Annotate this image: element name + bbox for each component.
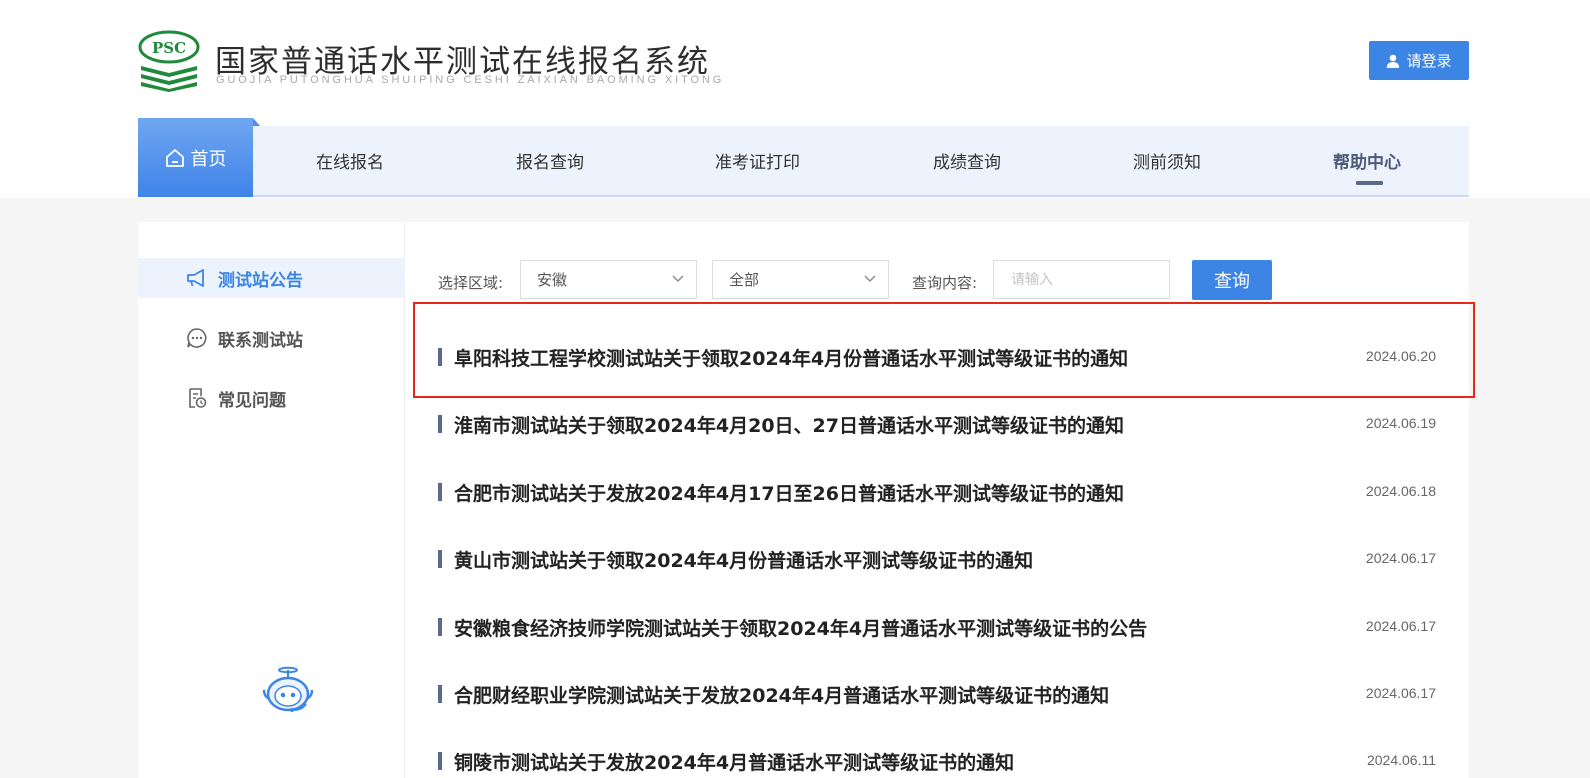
nav-admission-ticket-print[interactable]: 准考证打印 bbox=[715, 126, 800, 195]
nav-score-query[interactable]: 成绩查询 bbox=[933, 126, 1001, 195]
search-button[interactable]: 查询 bbox=[1192, 260, 1272, 300]
news-title[interactable]: 阜阳科技工程学校测试站关于领取2024年4月份普通话水平测试等级证书的通知 bbox=[454, 344, 1128, 371]
nav-registration-query[interactable]: 报名查询 bbox=[516, 126, 584, 195]
news-item[interactable]: 阜阳科技工程学校测试站关于领取2024年4月份普通话水平测试等级证书的通知 20… bbox=[438, 340, 1436, 374]
news-marker bbox=[438, 415, 442, 433]
news-marker bbox=[438, 752, 442, 770]
chevron-down-icon bbox=[672, 275, 684, 282]
faq-document-icon bbox=[189, 388, 207, 408]
news-item[interactable]: 合肥财经职业学院测试站关于发放2024年4月普通话水平测试等级证书的通知 202… bbox=[438, 677, 1436, 711]
home-icon bbox=[165, 148, 184, 167]
query-label: 查询内容: bbox=[912, 274, 978, 292]
news-item[interactable]: 淮南市测试站关于领取2024年4月20日、27日普通话水平测试等级证书的通知 2… bbox=[438, 407, 1436, 441]
megaphone-icon bbox=[187, 269, 204, 287]
news-date: 2024.06.19 bbox=[1365, 415, 1436, 431]
scope-select[interactable]: 全部 bbox=[712, 260, 889, 299]
news-title[interactable]: 黄山市测试站关于领取2024年4月份普通话水平测试等级证书的通知 bbox=[454, 546, 1033, 573]
sidebar-item-announcements[interactable]: 测试站公告 bbox=[138, 258, 405, 298]
sidebar-item-contact[interactable]: 联系测试站 bbox=[138, 318, 405, 358]
news-date: 2024.06.11 bbox=[1366, 752, 1436, 768]
main-nav: 首页 在线报名 报名查询 准考证打印 成绩查询 测前须知 帮助中心 bbox=[138, 118, 1469, 197]
robot-assistant-icon[interactable] bbox=[258, 666, 318, 714]
nav-home[interactable]: 首页 bbox=[138, 118, 260, 197]
sidebar-item-label: 常见问题 bbox=[218, 390, 286, 411]
news-date: 2024.06.17 bbox=[1365, 685, 1436, 701]
sidebar-item-faq[interactable]: 常见问题 bbox=[138, 378, 405, 418]
logo-text: PSC bbox=[152, 39, 186, 57]
news-marker bbox=[438, 348, 442, 366]
login-button[interactable]: 请登录 bbox=[1369, 41, 1469, 80]
sidebar-item-label: 测试站公告 bbox=[218, 270, 303, 291]
news-item[interactable]: 黄山市测试站关于领取2024年4月份普通话水平测试等级证书的通知 2024.06… bbox=[438, 542, 1436, 576]
news-item[interactable]: 合肥市测试站关于发放2024年4月17日至26日普通话水平测试等级证书的通知 2… bbox=[438, 475, 1436, 509]
news-marker bbox=[438, 550, 442, 568]
region-select[interactable]: 安徽 bbox=[520, 260, 697, 299]
nav-pretest-notice[interactable]: 测前须知 bbox=[1133, 126, 1201, 195]
news-title[interactable]: 合肥市测试站关于发放2024年4月17日至26日普通话水平测试等级证书的通知 bbox=[454, 479, 1124, 506]
news-date: 2024.06.17 bbox=[1365, 618, 1436, 634]
scope-select-value: 全部 bbox=[729, 271, 760, 289]
region-label: 选择区域: bbox=[438, 274, 504, 292]
nav-active-indicator bbox=[1356, 181, 1383, 185]
news-title[interactable]: 淮南市测试站关于领取2024年4月20日、27日普通话水平测试等级证书的通知 bbox=[454, 411, 1124, 438]
news-item[interactable]: 铜陵市测试站关于发放2024年4月普通话水平测试等级证书的通知 2024.06.… bbox=[438, 744, 1436, 778]
sidebar: 测试站公告 联系测试站 常见问题 bbox=[138, 222, 405, 778]
chevron-down-icon bbox=[864, 275, 876, 282]
news-item[interactable]: 安徽粮食经济技师学院测试站关于领取2024年4月普通话水平测试等级证书的公告 2… bbox=[438, 610, 1436, 644]
login-label: 请登录 bbox=[1406, 52, 1452, 70]
nav-home-label: 首页 bbox=[190, 148, 227, 170]
query-input[interactable] bbox=[993, 260, 1170, 299]
news-marker bbox=[438, 685, 442, 703]
psc-logo-icon: PSC bbox=[138, 30, 200, 92]
news-marker bbox=[438, 618, 442, 636]
news-date: 2024.06.17 bbox=[1365, 550, 1436, 566]
user-icon bbox=[1387, 54, 1400, 68]
region-select-value: 安徽 bbox=[537, 271, 568, 289]
news-title[interactable]: 合肥财经职业学院测试站关于发放2024年4月普通话水平测试等级证书的通知 bbox=[454, 681, 1109, 708]
site-subtitle: GUOJIA PUTONGHUA SHUIPING CESHI ZAIXIAN … bbox=[216, 74, 725, 86]
nav-online-registration[interactable]: 在线报名 bbox=[316, 126, 384, 195]
news-marker bbox=[438, 483, 442, 501]
news-title[interactable]: 铜陵市测试站关于发放2024年4月普通话水平测试等级证书的通知 bbox=[454, 748, 1014, 775]
news-date: 2024.06.20 bbox=[1365, 348, 1436, 364]
chat-icon bbox=[187, 328, 207, 348]
news-date: 2024.06.18 bbox=[1365, 483, 1436, 499]
header-area: PSC 国家普通话水平测试在线报名系统 GUOJIA PUTONGHUA SHU… bbox=[0, 0, 1590, 198]
news-title[interactable]: 安徽粮食经济技师学院测试站关于领取2024年4月普通话水平测试等级证书的公告 bbox=[454, 614, 1147, 641]
sidebar-item-label: 联系测试站 bbox=[218, 330, 303, 351]
